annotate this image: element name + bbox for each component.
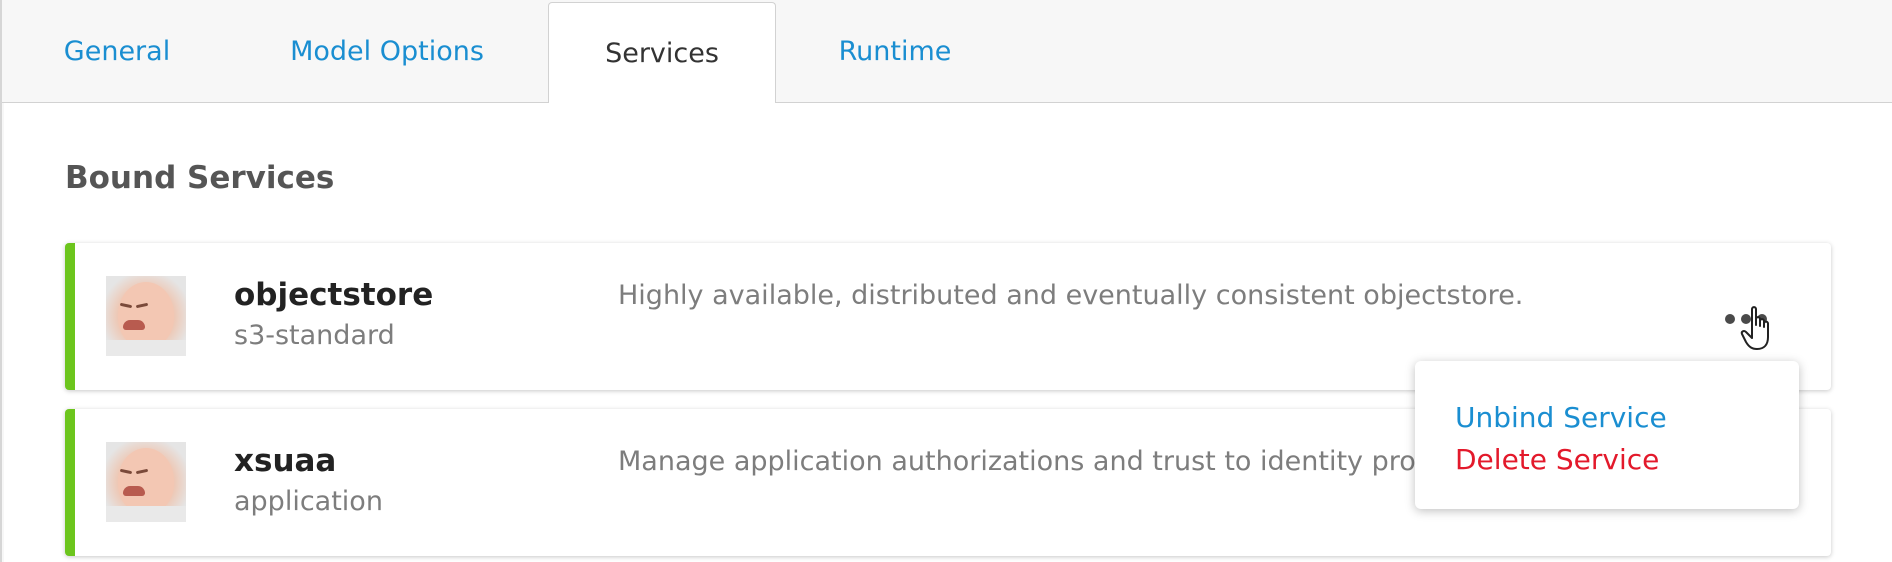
avatar-mouth bbox=[123, 486, 145, 496]
delete-service-menu-item[interactable]: Delete Service bbox=[1455, 443, 1659, 476]
more-dot bbox=[1725, 314, 1735, 324]
hand-pointer-icon bbox=[1740, 306, 1769, 350]
unbind-service-menu-item[interactable]: Unbind Service bbox=[1455, 401, 1667, 434]
avatar-shoulder bbox=[106, 506, 186, 522]
tab-bar: General Model Options Services Runtime bbox=[2, 0, 1892, 104]
avatar-face bbox=[118, 282, 174, 348]
avatar-shoulder bbox=[106, 340, 186, 356]
service-plan: s3-standard bbox=[234, 320, 395, 351]
tab-runtime[interactable]: Runtime bbox=[810, 0, 980, 103]
avatar-mouth bbox=[123, 320, 145, 330]
tab-model-options[interactable]: Model Options bbox=[272, 0, 502, 103]
tab-general[interactable]: General bbox=[32, 0, 202, 103]
service-name: objectstore bbox=[234, 277, 434, 313]
tab-services[interactable]: Services bbox=[548, 2, 776, 104]
service-actions-menu: Unbind Service Delete Service bbox=[1415, 361, 1799, 509]
avatar-face bbox=[118, 448, 174, 514]
service-avatar bbox=[106, 442, 186, 522]
service-description: Highly available, distributed and eventu… bbox=[618, 280, 1524, 311]
service-plan: application bbox=[234, 486, 383, 517]
service-description: Manage application authorizations and tr… bbox=[618, 446, 1418, 477]
service-name: xsuaa bbox=[234, 443, 337, 479]
service-avatar bbox=[106, 276, 186, 356]
section-title: Bound Services bbox=[65, 160, 335, 196]
app-frame: General Model Options Services Runtime B… bbox=[0, 0, 1892, 562]
